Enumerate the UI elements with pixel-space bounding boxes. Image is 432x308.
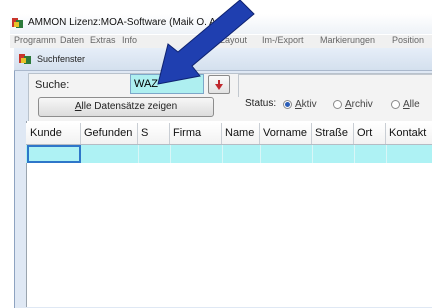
- column-header-name[interactable]: Name: [222, 123, 260, 144]
- status-radio-aktiv[interactable]: Aktiv: [283, 99, 317, 110]
- menu-im-export[interactable]: Im-/Export: [262, 35, 304, 45]
- window-logo-icon: [19, 54, 31, 64]
- status-radio-archiv[interactable]: Archiv: [333, 99, 373, 110]
- annotation-arrow-icon: [157, 0, 255, 85]
- column-header-ort[interactable]: Ort: [354, 123, 386, 144]
- menu-daten[interactable]: Daten: [60, 35, 84, 45]
- status-group-frame: [238, 74, 432, 97]
- column-header-gefunden[interactable]: Gefunden: [81, 123, 138, 144]
- search-window-title: Suchfenster: [37, 54, 86, 64]
- column-header-kontakt[interactable]: Kontakt: [386, 123, 432, 144]
- status-radio-alle[interactable]: Alle: [391, 99, 420, 110]
- status-label: Status:: [245, 98, 277, 109]
- radio-unselected-icon: [333, 100, 342, 109]
- row-divider: [354, 145, 355, 163]
- row-divider: [386, 145, 387, 163]
- row-divider: [138, 145, 139, 163]
- show-all-accel: A: [74, 101, 82, 112]
- row-divider: [222, 145, 223, 163]
- row-divider: [260, 145, 261, 163]
- row-divider: [170, 145, 171, 163]
- radio-unselected-icon: [391, 100, 400, 109]
- selected-cell[interactable]: [27, 145, 81, 163]
- menu-markierungen[interactable]: Markierungen: [320, 35, 375, 45]
- column-header-s[interactable]: S: [138, 123, 170, 144]
- row-divider: [312, 145, 313, 163]
- show-all-label: lle Datensätze zeigen: [81, 101, 178, 112]
- column-header-kunde[interactable]: Kunde: [27, 123, 81, 144]
- menu-programm[interactable]: Programm: [14, 35, 56, 45]
- table-row[interactable]: [26, 145, 432, 163]
- column-header-strasse[interactable]: Straße: [312, 123, 354, 144]
- show-all-records-button[interactable]: Alle Datensätze zeigen: [38, 97, 214, 117]
- column-header-firma[interactable]: Firma: [170, 123, 222, 144]
- radio-selected-icon: [283, 100, 292, 109]
- column-header-vorname[interactable]: Vorname: [260, 123, 312, 144]
- search-label: Suche:: [35, 79, 70, 91]
- menu-extras[interactable]: Extras: [90, 35, 116, 45]
- menu-position[interactable]: Position: [392, 35, 424, 45]
- app-logo-icon: [12, 18, 23, 28]
- menu-info[interactable]: Info: [122, 35, 137, 45]
